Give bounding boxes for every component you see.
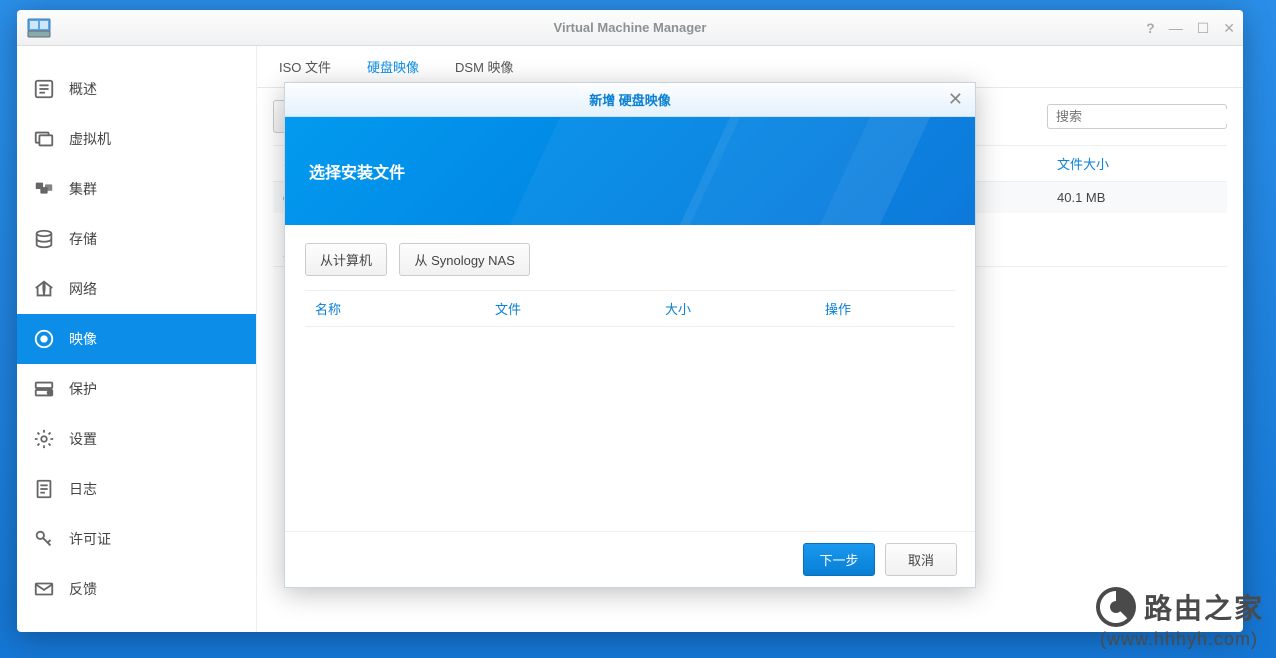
app-window: Virtual Machine Manager ? — ☐ ✕ 概述 虚拟机 集… bbox=[17, 10, 1243, 632]
next-button[interactable]: 下一步 bbox=[803, 543, 875, 576]
modal-hero: 选择安装文件 bbox=[285, 117, 975, 225]
modal-overlay: 新增 硬盘映像 ✕ 选择安装文件 从计算机 从 Synology NAS 名称 … bbox=[17, 10, 1243, 632]
modal-close-icon[interactable]: ✕ bbox=[948, 89, 963, 110]
cancel-button[interactable]: 取消 bbox=[885, 543, 957, 576]
modal-col-file[interactable]: 文件 bbox=[485, 291, 655, 326]
modal-title: 新增 硬盘映像 bbox=[589, 90, 671, 109]
modal-content: 从计算机 从 Synology NAS 名称 文件 大小 操作 bbox=[285, 225, 975, 531]
modal-titlebar: 新增 硬盘映像 ✕ bbox=[285, 83, 975, 117]
modal-hero-title: 选择安装文件 bbox=[309, 159, 405, 183]
modal-col-op[interactable]: 操作 bbox=[815, 291, 955, 326]
modal-col-name[interactable]: 名称 bbox=[305, 291, 485, 326]
from-nas-button[interactable]: 从 Synology NAS bbox=[399, 243, 529, 276]
modal-col-size[interactable]: 大小 bbox=[655, 291, 815, 326]
modal-table: 名称 文件 大小 操作 bbox=[305, 290, 955, 327]
modal-add-diskimage: 新增 硬盘映像 ✕ 选择安装文件 从计算机 从 Synology NAS 名称 … bbox=[284, 82, 976, 588]
from-computer-button[interactable]: 从计算机 bbox=[305, 243, 387, 276]
modal-footer: 下一步 取消 bbox=[285, 531, 975, 587]
